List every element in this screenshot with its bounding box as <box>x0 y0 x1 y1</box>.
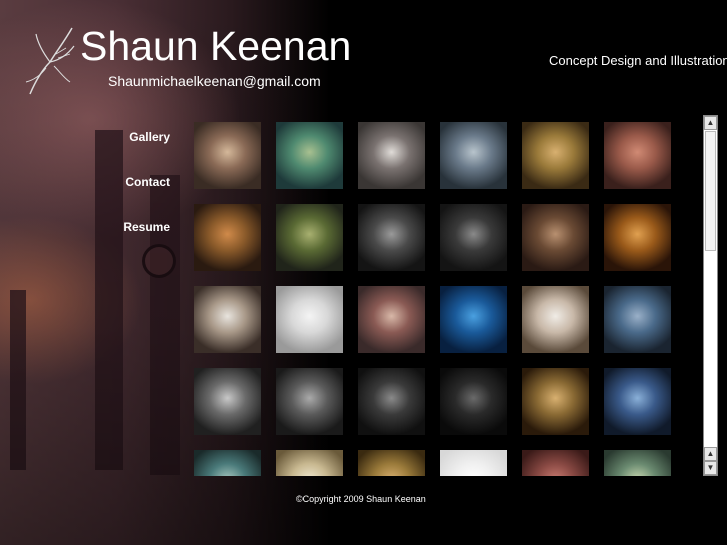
gallery-thumbnail-leopard[interactable] <box>358 450 425 476</box>
gallery-thumbnail-grey-creature[interactable] <box>440 204 507 271</box>
gallery-thumbnail-landscape-sketch[interactable] <box>194 286 261 353</box>
email-address[interactable]: Shaunmichaelkeenan@gmail.com <box>108 73 321 89</box>
nav-resume[interactable]: Resume <box>123 220 170 234</box>
gallery-thumbnail-grey-ship[interactable] <box>276 368 343 435</box>
arrow-up-icon[interactable]: ▲ <box>704 447 717 461</box>
arrow-up-icon[interactable]: ▲ <box>704 116 717 130</box>
gallery-thumbnail-dark-machine[interactable] <box>358 368 425 435</box>
gallery-thumbnail-white-sketch[interactable] <box>440 450 507 476</box>
gallery-thumbnail-grey-sketch[interactable] <box>358 204 425 271</box>
bird-sketch-icon <box>20 24 78 98</box>
gallery-thumbnail-dark-scene[interactable] <box>440 368 507 435</box>
gallery-thumbnail-gold-wizard[interactable] <box>522 368 589 435</box>
copyright-footer: ©Copyright 2009 Shaun Keenan <box>296 494 426 504</box>
scroll-thumb[interactable] <box>705 131 716 251</box>
gallery-scrollbar[interactable]: ▲ ▲ ▼ <box>703 115 718 476</box>
gallery-thumbnail-orange-armor[interactable] <box>604 204 671 271</box>
gallery-thumbnail-green-goblin[interactable] <box>276 122 343 189</box>
arrow-down-icon[interactable]: ▼ <box>704 461 717 475</box>
gallery-thumbnail-red-beast[interactable] <box>604 122 671 189</box>
gallery-thumbnail-ape-monster[interactable] <box>440 122 507 189</box>
nav-contact[interactable]: Contact <box>125 175 170 189</box>
gallery-thumbnail-horned-beast[interactable] <box>358 286 425 353</box>
gallery-thumbnail-pale-creature[interactable] <box>276 450 343 476</box>
nav-gallery[interactable]: Gallery <box>129 130 170 144</box>
gallery-thumbnail-blue-face[interactable] <box>604 286 671 353</box>
gallery-thumbnail-insect-creature[interactable] <box>522 122 589 189</box>
site-title: Shaun Keenan <box>80 23 352 69</box>
gallery-thumbnail-rabbit-warrior[interactable] <box>194 204 261 271</box>
gallery-thumbnail-red-figure[interactable] <box>522 450 589 476</box>
gallery-thumbnail-creature-sheet[interactable] <box>276 286 343 353</box>
gallery-thumbnail-blue-gorilla[interactable] <box>604 368 671 435</box>
gallery-thumbnail-elephant-creature[interactable] <box>194 122 261 189</box>
gallery-thumbnail-green-rider[interactable] <box>276 204 343 271</box>
site-tagline: Concept Design and Illustration <box>549 53 727 68</box>
gallery-thumbnail-lizard-sketch[interactable] <box>522 286 589 353</box>
gallery-thumbnail-blue-dragon[interactable] <box>440 286 507 353</box>
gallery-thumbnail-brown-creature[interactable] <box>522 204 589 271</box>
gallery-grid <box>194 122 674 476</box>
gallery-thumbnail-teal-scene[interactable] <box>194 450 261 476</box>
gallery-thumbnail-grey-rabbit[interactable] <box>194 368 261 435</box>
gallery-thumbnail-teal-creature[interactable] <box>604 450 671 476</box>
gallery-thumbnail-creature-mask[interactable] <box>358 122 425 189</box>
